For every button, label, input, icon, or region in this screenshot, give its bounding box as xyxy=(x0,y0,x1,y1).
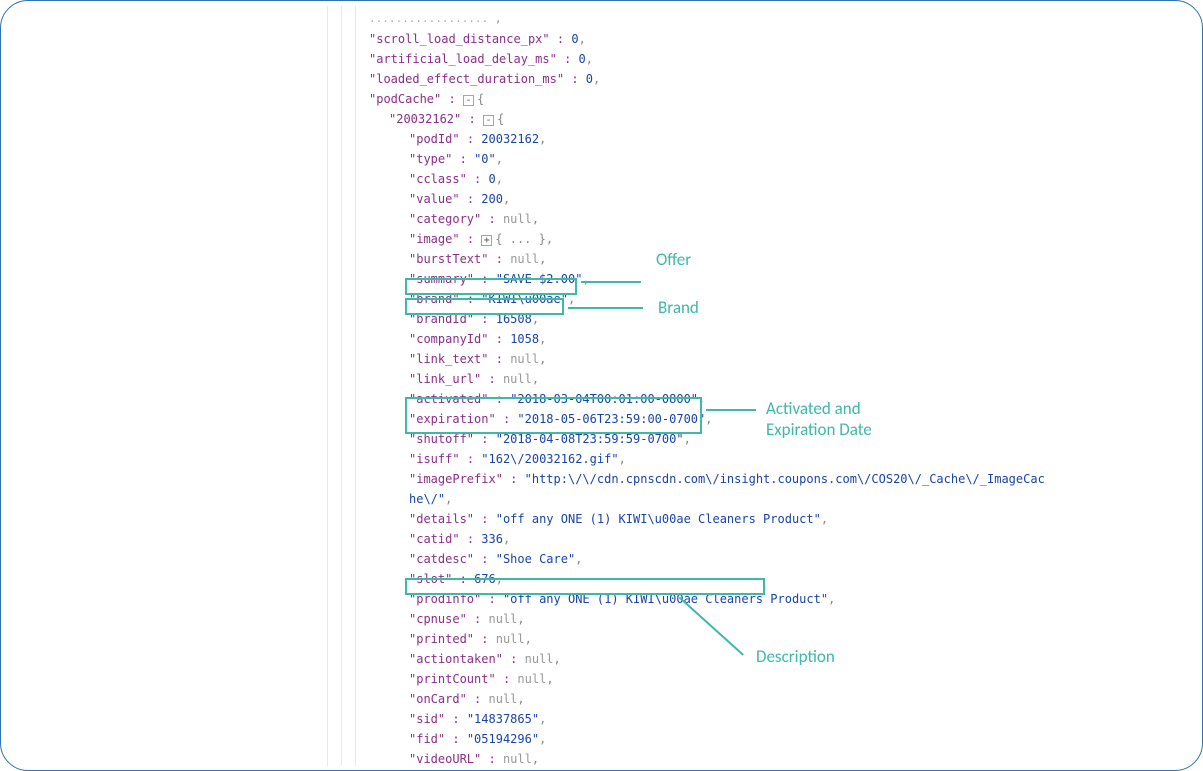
kv-fid: "fid" : "05194296", xyxy=(321,729,891,749)
collapse-minus-icon[interactable]: - xyxy=(463,95,474,106)
kv-isuff: "isuff" : "162\/20032162.gif", xyxy=(321,449,891,469)
truncated-line: .................. , xyxy=(321,9,891,29)
kv-loaded-effect-duration: "loaded_effect_duration_ms" : 0, xyxy=(321,69,891,89)
kv-brand: "brand" : "KIWI\u00ae", xyxy=(321,289,891,309)
collapse-minus-icon[interactable]: - xyxy=(483,115,494,126)
kv-shutoff: "shutoff" : "2018-04-08T23:59:59-0700", xyxy=(321,429,891,449)
kv-pod-id-key: "20032162" : -{ xyxy=(321,109,891,129)
kv-linkurl: "link_url" : null, xyxy=(321,369,891,389)
kv-sid: "sid" : "14837865", xyxy=(321,709,891,729)
kv-expiration: "expiration" : "2018-05-06T23:59:00-0700… xyxy=(321,409,891,429)
kv-actiontaken: "actiontaken" : null, xyxy=(321,649,891,669)
kv-cclass: "cclass" : 0, xyxy=(321,169,891,189)
kv-artificial-load-delay: "artificial_load_delay_ms" : 0, xyxy=(321,49,891,69)
kv-value: "value" : 200, xyxy=(321,189,891,209)
kv-slot: "slot" : 676, xyxy=(321,569,891,589)
document-frame: .................. , "scroll_load_distan… xyxy=(0,0,1203,771)
kv-printcount: "printCount" : null, xyxy=(321,669,891,689)
kv-category: "category" : null, xyxy=(321,209,891,229)
kv-cpnuse: "cpnuse" : null, xyxy=(321,609,891,629)
kv-oncard: "onCard" : null, xyxy=(321,689,891,709)
kv-podcache: "podCache" : -{ xyxy=(321,89,891,109)
json-code-block: .................. , "scroll_load_distan… xyxy=(321,9,891,771)
kv-scroll-load-distance: "scroll_load_distance_px" : 0, xyxy=(321,29,891,49)
kv-catid: "catid" : 336, xyxy=(321,529,891,549)
kv-printed: "printed" : null, xyxy=(321,629,891,649)
kv-type: "type" : "0", xyxy=(321,149,891,169)
kv-podid: "podId" : 20032162, xyxy=(321,129,891,149)
expand-plus-icon[interactable]: + xyxy=(481,235,492,246)
kv-companyid: "companyId" : 1058, xyxy=(321,329,891,349)
kv-brandid: "brandId" : 16508, xyxy=(321,309,891,329)
kv-imageprefix: "imagePrefix" : "http:\/\/cdn.cpnscdn.co… xyxy=(321,469,891,489)
kv-linktext: "link_text" : null, xyxy=(321,349,891,369)
kv-activated: "activated" : "2018-03-04T00:01:00-0800"… xyxy=(321,389,891,409)
kv-bursttext: "burstText" : null, xyxy=(321,249,891,269)
kv-image: "image" : +{ ... }, xyxy=(321,229,891,249)
kv-summary: "summary" : "SAVE $2.00", xyxy=(321,269,891,289)
kv-imageprefix-cont: he\/", xyxy=(321,489,891,509)
kv-catdesc: "catdesc" : "Shoe Care", xyxy=(321,549,891,569)
kv-prodinfo: "prodinfo" : "off any ONE (1) KIWI\u00ae… xyxy=(321,589,891,609)
kv-videourl: "videoURL" : null, xyxy=(321,749,891,769)
kv-details: "details" : "off any ONE (1) KIWI\u00ae … xyxy=(321,509,891,529)
